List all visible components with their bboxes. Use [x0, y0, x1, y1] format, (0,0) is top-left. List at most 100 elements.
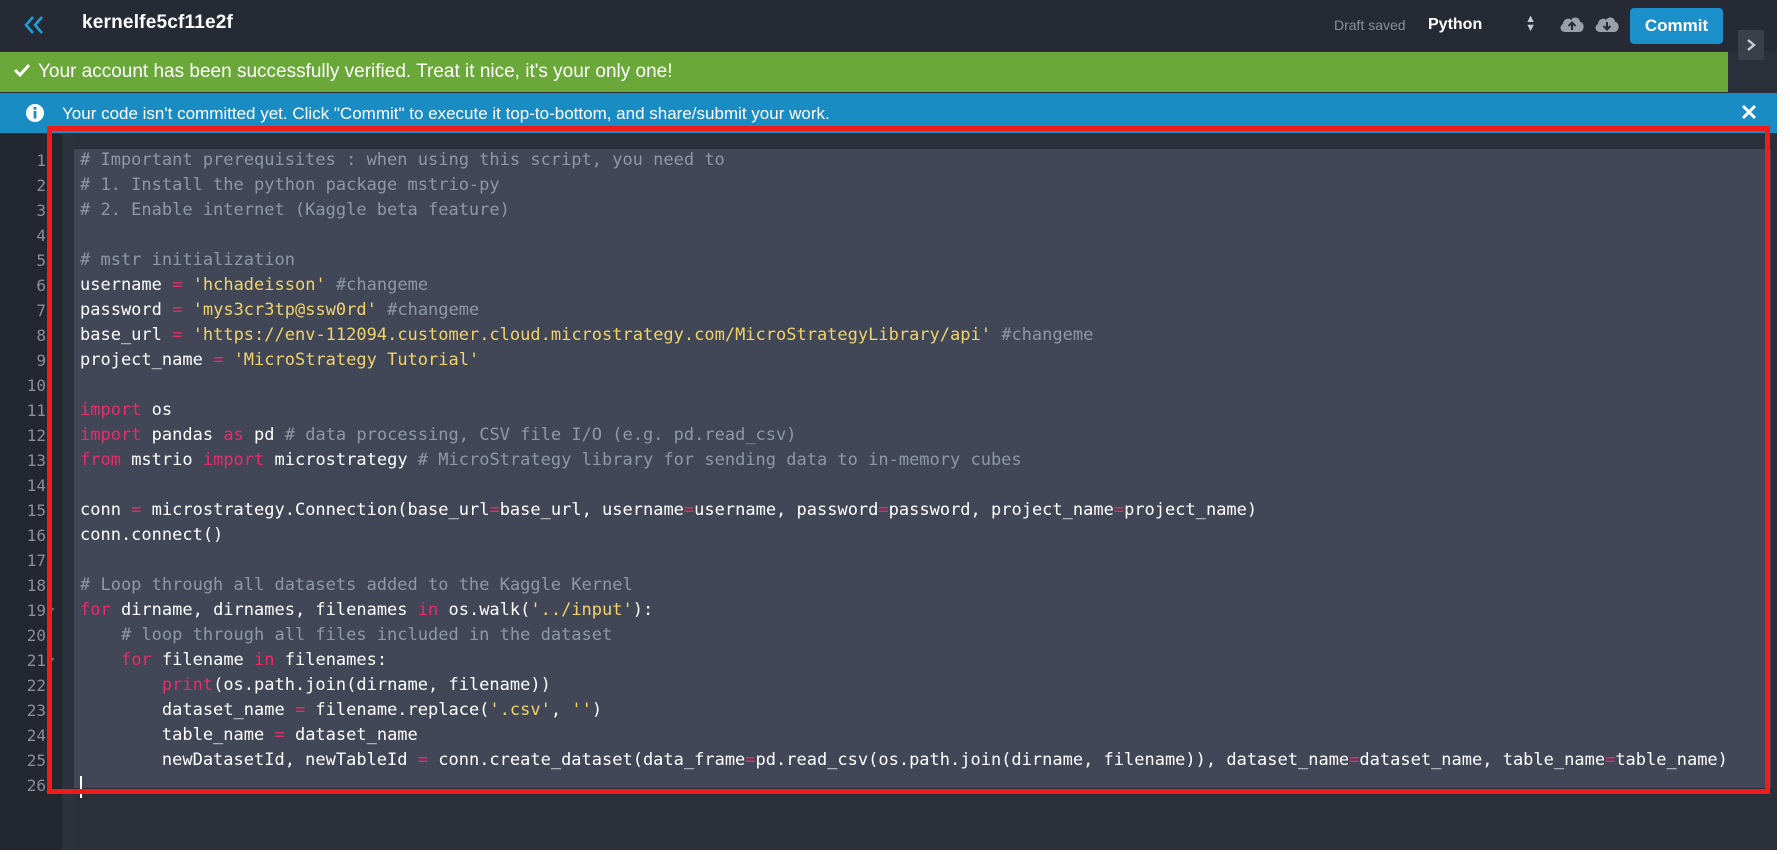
code-line[interactable]: 21 ▾ for filename in filenames:: [0, 648, 1777, 673]
code-text: conn.create_dataset(data_frame: [428, 750, 746, 770]
code-line[interactable]: 3 # 2. Enable internet (Kaggle beta featu…: [0, 198, 1777, 223]
line-number: 17: [26, 551, 46, 570]
code-keyword: in: [254, 650, 275, 670]
code-text: pandas: [141, 425, 224, 445]
panel-toggle-button[interactable]: [1738, 30, 1764, 60]
code-text: conn.connect(): [80, 525, 224, 545]
code-string: '.csv': [489, 700, 551, 720]
top-bar: kernelfe5cf11e2f Draft saved Python ▲ ▼ C…: [0, 0, 1777, 51]
line-source: username = 'hchadeisson' #changeme: [80, 273, 428, 298]
code-line[interactable]: 10: [0, 373, 1777, 398]
code-operator: =: [489, 500, 500, 520]
line-number: 7: [36, 301, 46, 320]
code-line[interactable]: 25 newDatasetId, newTableId = conn.creat…: [0, 748, 1777, 773]
code-keyword: print: [161, 675, 214, 695]
code-operator: =: [417, 750, 429, 770]
code-line[interactable]: 15 conn = microstrategy.Connection(base_u…: [0, 498, 1777, 523]
code-operator: =: [1113, 500, 1125, 520]
code-text: dataset_name, table_name: [1359, 750, 1606, 770]
fold-arrow-icon[interactable]: ▾: [50, 648, 55, 673]
code-line[interactable]: 5 # mstr initialization: [0, 248, 1777, 273]
line-number: 10: [26, 376, 46, 395]
kernel-title[interactable]: kernelfe5cf11e2f: [82, 12, 233, 34]
code-line[interactable]: 16 conn.connect(): [0, 523, 1777, 548]
code-text: password: [80, 300, 173, 320]
code-keyword: from: [80, 450, 121, 470]
line-number: 22: [26, 676, 46, 695]
code-text: password, project_name: [888, 500, 1114, 520]
line-source: # Loop through all datasets added to the…: [80, 573, 633, 598]
code-line[interactable]: 17: [0, 548, 1777, 573]
code-line[interactable]: 4: [0, 223, 1777, 248]
line-number: 5: [36, 251, 46, 270]
chevron-right-icon: [1747, 39, 1756, 51]
code-text: project_name: [80, 350, 214, 370]
code-line[interactable]: 20 # loop through all files included in …: [0, 623, 1777, 648]
code-line[interactable]: 12 import pandas as pd # data processing,…: [0, 423, 1777, 448]
code-line[interactable]: 26: [0, 773, 1777, 798]
code-text: filenames:: [274, 650, 388, 670]
line-source: base_url = 'https://env-112094.customer.…: [80, 323, 1093, 348]
line-number: 6: [36, 276, 46, 295]
code-line[interactable]: 9 project_name = 'MicroStrategy Tutorial': [0, 348, 1777, 373]
line-number: 2: [36, 176, 46, 195]
code-operator: =: [172, 325, 183, 345]
code-string: 'https://env-112094.customer.cloud.micro…: [192, 325, 991, 345]
code-line[interactable]: 14: [0, 473, 1777, 498]
code-line[interactable]: 19 ▾ for dirname, dirnames, filenames in o…: [0, 598, 1777, 623]
code-text: table_name): [1615, 750, 1728, 770]
code-lines[interactable]: 1 # Important prerequisites : when using …: [0, 148, 1777, 798]
language-select[interactable]: Python ▲ ▼: [1418, 11, 1542, 39]
code-operator: =: [683, 500, 695, 520]
code-text: conn: [80, 500, 132, 520]
line-source: print(os.path.join(dirname, filename)): [80, 673, 551, 698]
code-line[interactable]: 13 from mstrio import microstrategy # Mic…: [0, 448, 1777, 473]
line-source: for dirname, dirnames, filenames in os.w…: [80, 598, 653, 623]
line-number: 20: [26, 626, 46, 645]
code-line[interactable]: 2 # 1. Install the python package mstrio-…: [0, 173, 1777, 198]
commit-button[interactable]: Commit: [1630, 8, 1723, 44]
code-line[interactable]: 8 base_url = 'https://env-112094.customer…: [0, 323, 1777, 348]
code-text: microstrategy: [264, 450, 418, 470]
close-banner-button[interactable]: [1738, 100, 1760, 124]
fold-arrow-icon[interactable]: ▾: [50, 598, 55, 623]
back-button[interactable]: [20, 12, 48, 38]
code-line[interactable]: 6 username = 'hchadeisson' #changeme: [0, 273, 1777, 298]
code-comment: # mstr initialization: [80, 250, 295, 270]
select-arrows-icon: ▲ ▼: [1525, 13, 1536, 34]
code-text: pd.read_csv(os.path.join(dirname, filena…: [755, 750, 1350, 770]
draft-status: Draft saved: [1334, 17, 1406, 33]
code-line[interactable]: 18 # Loop through all datasets added to t…: [0, 573, 1777, 598]
code-operator: =: [213, 350, 224, 370]
code-editor[interactable]: 1 # Important prerequisites : when using …: [0, 134, 1777, 850]
code-text: base_url: [80, 325, 173, 345]
line-number: 26: [26, 776, 46, 795]
code-text: ): [591, 700, 603, 720]
code-line[interactable]: 24 table_name = dataset_name: [0, 723, 1777, 748]
code-line[interactable]: 7 password = 'mys3cr3tp@ssw0rd' #changeme: [0, 298, 1777, 323]
code-line[interactable]: 22 print(os.path.join(dirname, filename)…: [0, 673, 1777, 698]
info-banner: Your code isn't committed yet. Click "Co…: [0, 93, 1777, 133]
info-circle-icon: [26, 104, 44, 122]
code-text: filename: [151, 650, 255, 670]
code-text: filename.replace(: [305, 700, 490, 720]
line-source: conn.connect(): [80, 523, 223, 548]
code-text: ,: [550, 700, 572, 720]
code-string: 'MicroStrategy Tutorial': [233, 350, 480, 370]
code-line[interactable]: 11 import os: [0, 398, 1777, 423]
code-text: dataset_name: [80, 700, 295, 720]
code-comment: # Important prerequisites : when using t…: [80, 150, 725, 170]
code-comment: # Loop through all datasets added to the…: [80, 575, 633, 595]
upload-button[interactable]: [1558, 13, 1586, 37]
code-line[interactable]: 23 dataset_name = filename.replace('.csv…: [0, 698, 1777, 723]
code-keyword: import: [202, 450, 265, 470]
code-comment: # MicroStrategy library for sending data…: [417, 450, 1022, 470]
line-number: 13: [26, 451, 46, 470]
code-line[interactable]: 1 # Important prerequisites : when using …: [0, 148, 1777, 173]
download-button[interactable]: [1593, 13, 1621, 37]
line-number: 23: [26, 701, 46, 720]
